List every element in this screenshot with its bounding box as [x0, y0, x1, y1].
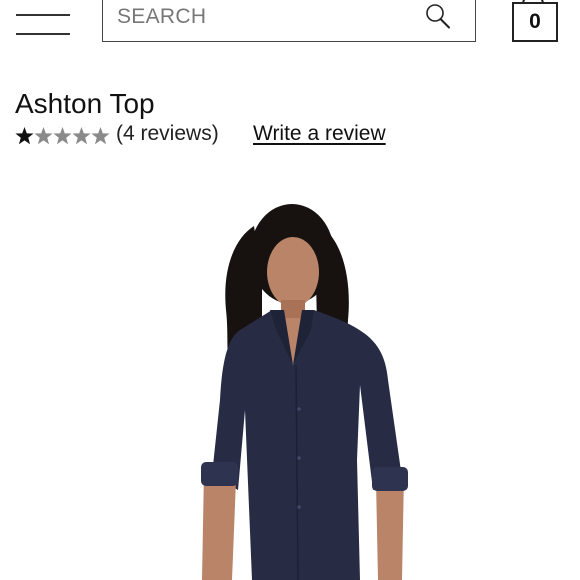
- top-header: 0: [0, 0, 580, 56]
- rating-row: (4 reviews) Write a review: [15, 121, 535, 149]
- star-empty-icon: [53, 127, 72, 145]
- shopping-bag-button[interactable]: 0: [512, 0, 560, 44]
- star-empty-icon: [34, 127, 53, 145]
- star-empty-icon: [91, 127, 110, 145]
- product-title: Ashton Top: [15, 88, 155, 119]
- menu-bar: [16, 14, 70, 16]
- search-input[interactable]: [117, 0, 417, 34]
- search-icon[interactable]: [423, 2, 453, 32]
- star-rating: [15, 127, 110, 145]
- cart-count: 0: [529, 10, 541, 33]
- star-filled-icon: [15, 127, 34, 145]
- star-empty-icon: [72, 127, 91, 145]
- search-box[interactable]: [102, 0, 476, 42]
- model-photo: [0, 160, 580, 580]
- review-count-link[interactable]: (4 reviews): [116, 122, 219, 146]
- hamburger-menu-button[interactable]: [12, 10, 74, 42]
- write-review-link[interactable]: Write a review: [253, 122, 386, 146]
- product-image[interactable]: [0, 160, 580, 580]
- menu-bar: [16, 33, 70, 35]
